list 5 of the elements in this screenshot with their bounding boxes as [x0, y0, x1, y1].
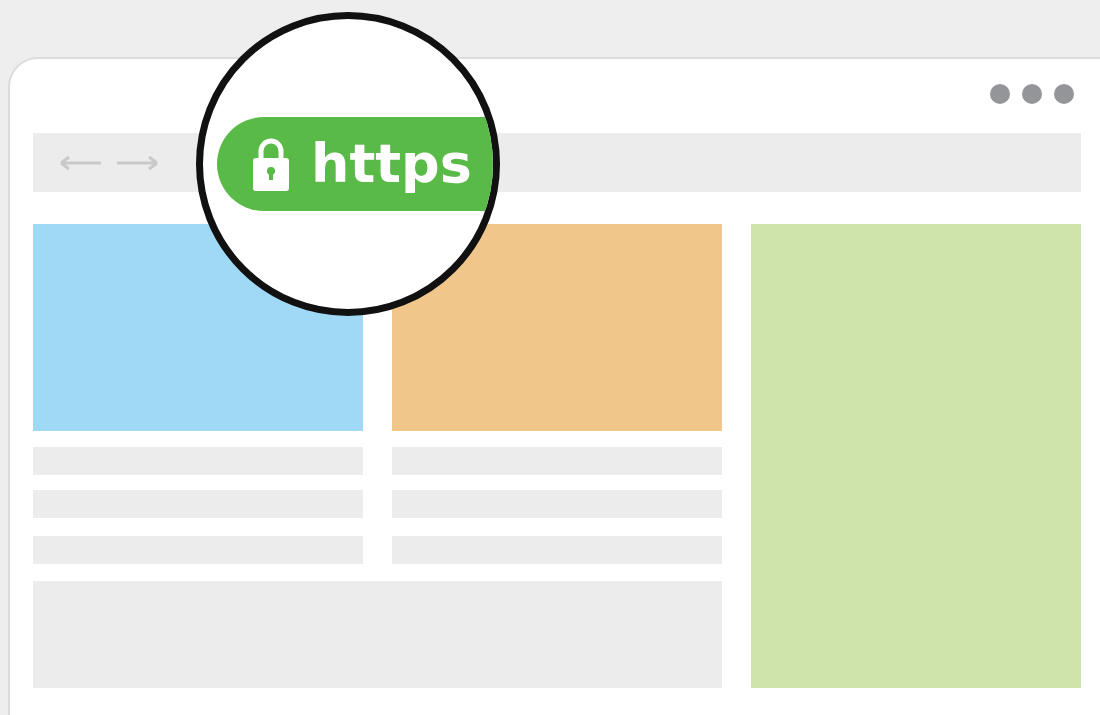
- badge-label: https: [311, 137, 472, 191]
- menu-icon[interactable]: [990, 83, 1074, 105]
- lock-icon: [253, 137, 289, 191]
- forward-arrow-icon[interactable]: [116, 154, 158, 171]
- back-arrow-icon[interactable]: [60, 154, 102, 171]
